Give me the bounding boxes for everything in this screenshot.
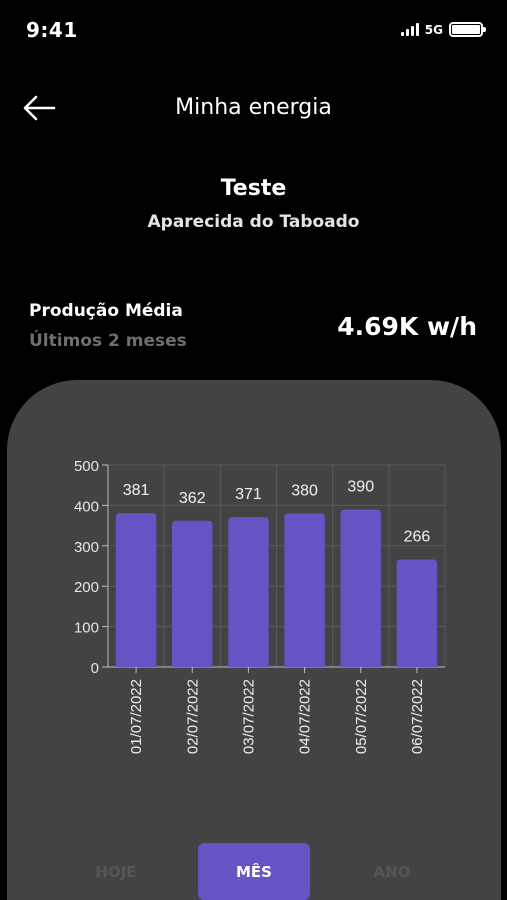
signal-icon bbox=[400, 23, 419, 36]
status-time: 9:41 bbox=[26, 18, 78, 42]
data-label: 381 bbox=[123, 482, 150, 499]
status-bar: 9:41 5G bbox=[0, 0, 507, 62]
site-name: Teste bbox=[220, 176, 287, 201]
y-tick-label: 400 bbox=[74, 498, 99, 515]
data-label: 390 bbox=[347, 478, 374, 495]
bar bbox=[396, 559, 438, 667]
bar bbox=[172, 520, 213, 667]
data-label: 266 bbox=[404, 529, 431, 546]
site-location: Aparecida do Taboado bbox=[147, 212, 360, 232]
data-label: 371 bbox=[235, 486, 262, 503]
y-tick-label: 300 bbox=[74, 539, 99, 556]
data-label: 362 bbox=[179, 490, 206, 507]
tab-hoje[interactable]: HOJE bbox=[60, 843, 172, 900]
x-tick-label: 01/07/2022 bbox=[128, 679, 145, 754]
x-tick-label: 04/07/2022 bbox=[297, 679, 314, 754]
battery-icon bbox=[449, 22, 486, 37]
status-icons: 5G bbox=[400, 22, 486, 37]
y-tick-label: 100 bbox=[74, 620, 99, 637]
network-label: 5G bbox=[424, 22, 443, 37]
data-label: 380 bbox=[291, 482, 318, 499]
production-value: 4.69K w/h bbox=[337, 312, 477, 341]
production-label: Produção Média bbox=[29, 301, 183, 321]
energy-bar-chart: 0 100 200 300 400 500 381 01/07/2022 362 02/07/20… bbox=[74, 458, 446, 754]
period-tabs: HOJE MÊS ANO bbox=[0, 843, 507, 900]
bar bbox=[284, 513, 325, 667]
y-tick-label: 200 bbox=[74, 579, 99, 596]
y-tick-label: 500 bbox=[74, 458, 99, 475]
production-period: Últimos 2 meses bbox=[29, 331, 187, 351]
x-tick-label: 02/07/2022 bbox=[184, 679, 201, 754]
x-tick-label: 06/07/2022 bbox=[409, 679, 426, 754]
app-header: Minha energia bbox=[0, 88, 507, 128]
tab-ano[interactable]: ANO bbox=[336, 843, 448, 900]
bar bbox=[228, 517, 269, 667]
bar bbox=[340, 509, 381, 667]
bar bbox=[115, 513, 157, 667]
x-tick-label: 05/07/2022 bbox=[353, 679, 370, 754]
y-tick-label: 0 bbox=[91, 660, 99, 677]
chart-card: 0 100 200 300 400 500 381 01/07/2022 362 02/07/20… bbox=[7, 380, 501, 900]
tab-mes[interactable]: MÊS bbox=[198, 843, 310, 900]
x-tick-label: 03/07/2022 bbox=[240, 679, 257, 754]
page-title: Minha energia bbox=[175, 95, 332, 120]
